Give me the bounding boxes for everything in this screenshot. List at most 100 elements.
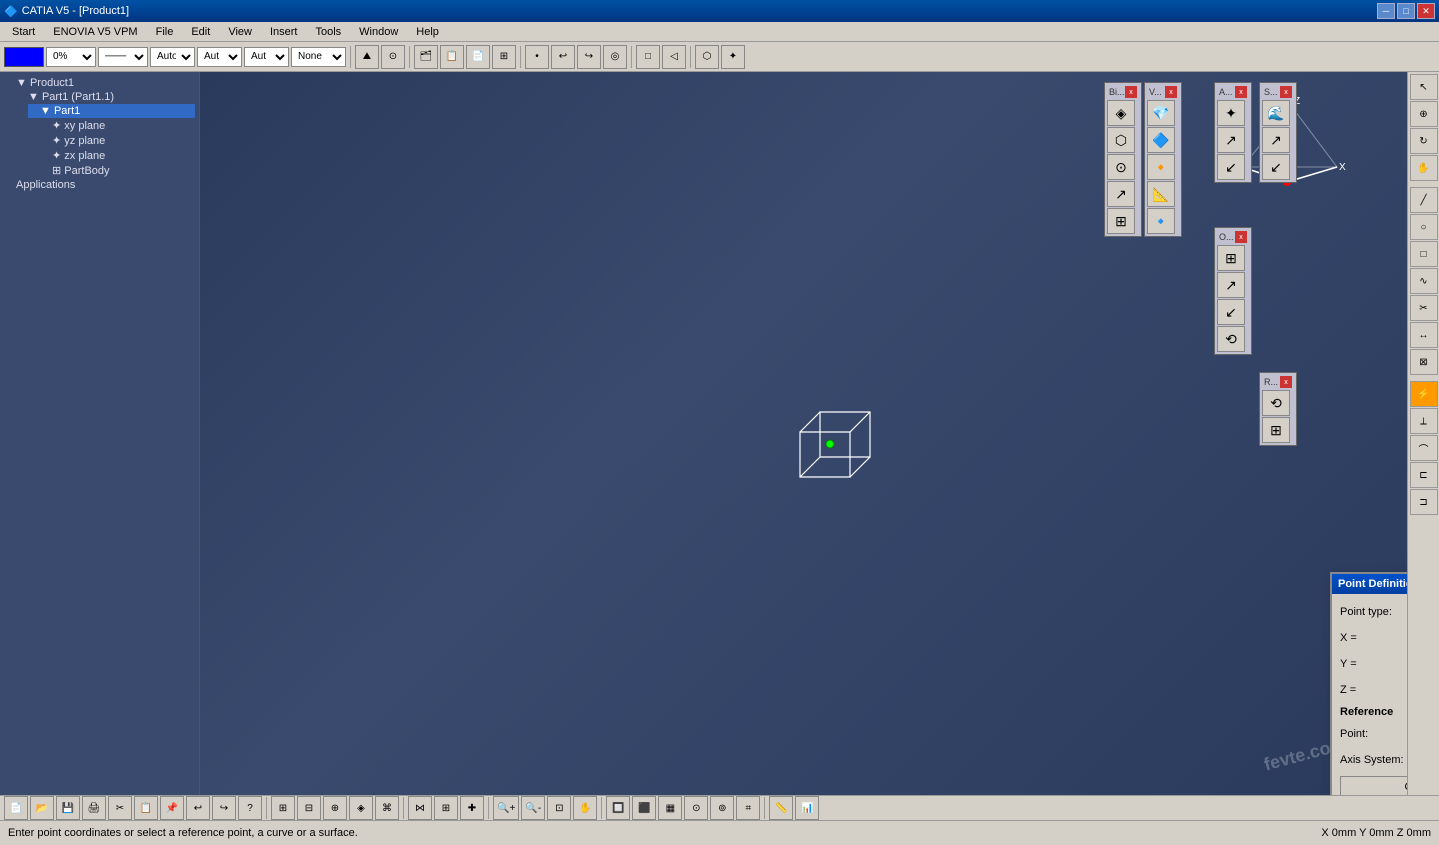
btb-view4[interactable]: ⊙ [684,796,708,820]
btb-save[interactable]: 💾 [56,796,80,820]
menu-file[interactable]: File [148,24,182,40]
panel-v-btn5[interactable]: 🔹 [1147,208,1175,234]
tree-item-product1[interactable]: ▼ Product1 [4,76,195,90]
window-minimize-btn[interactable]: ─ [1377,3,1395,19]
btb-measure[interactable]: 📏 [769,796,793,820]
tb-btn-3[interactable]: 📄 [466,45,490,69]
panel-s-close[interactable]: x [1280,86,1292,98]
panel-v-btn2[interactable]: 🔷 [1147,127,1175,153]
panel-v-btn3[interactable]: 🔸 [1147,154,1175,180]
panel-v-btn4[interactable]: 📐 [1147,181,1175,207]
btb-b2[interactable]: ⊟ [297,796,321,820]
btb-paste[interactable]: 📌 [160,796,184,820]
tb-btn-rot1[interactable]: ↩ [551,45,575,69]
panel-v-close[interactable]: x [1165,86,1177,98]
auto2-select[interactable]: Aut ▼ [197,47,242,67]
btb-help[interactable]: ? [238,796,262,820]
btb-analyze[interactable]: 📊 [795,796,819,820]
rt-line-btn[interactable]: ╱ [1410,187,1438,213]
panel-o-btn4[interactable]: ⟲ [1217,326,1245,352]
btb-view3[interactable]: ▦ [658,796,682,820]
btb-pan[interactable]: ✋ [573,796,597,820]
panel-bi-btn3[interactable]: ⊙ [1107,154,1135,180]
tb-btn-4[interactable]: ⊞ [492,45,516,69]
panel-v-btn1[interactable]: 💎 [1147,100,1175,126]
btb-copy[interactable]: 📋 [134,796,158,820]
viewport[interactable]: Z X Y [200,72,1407,795]
rt-dim-btn[interactable]: ↔ [1410,322,1438,348]
tree-item-yz[interactable]: ✦ yz plane [40,133,195,148]
tree-item-xy[interactable]: ✦ xy plane [40,118,195,133]
rt-extra2[interactable]: ⌒ [1410,435,1438,461]
rt-rect-btn[interactable]: □ [1410,241,1438,267]
panel-bi-btn4[interactable]: ↗ [1107,181,1135,207]
tb-btn-8[interactable]: ◁ [662,45,686,69]
tree-item-partbody[interactable]: ⊞ PartBody [40,163,195,178]
panel-o-btn2[interactable]: ↗ [1217,272,1245,298]
menu-enovia[interactable]: ENOVIA V5 VPM [45,24,145,40]
menu-help[interactable]: Help [408,24,447,40]
btb-b1[interactable]: ⊞ [271,796,295,820]
panel-s-btn2[interactable]: ↗ [1262,127,1290,153]
btb-b3[interactable]: ⊕ [323,796,347,820]
panel-bi-btn5[interactable]: ⊞ [1107,208,1135,234]
panel-s-btn3[interactable]: ↙ [1262,154,1290,180]
btb-print[interactable]: 🖨 [82,796,106,820]
panel-bi-btn2[interactable]: ⬡ [1107,127,1135,153]
panel-r-btn1[interactable]: ⟲ [1262,390,1290,416]
btb-open[interactable]: 📂 [30,796,54,820]
panel-r-btn2[interactable]: ⊞ [1262,417,1290,443]
panel-o-btn1[interactable]: ⊞ [1217,245,1245,271]
panel-a-btn3[interactable]: ↙ [1217,154,1245,180]
tb-btn-rot2[interactable]: ↪ [577,45,601,69]
panel-a-close[interactable]: x [1235,86,1247,98]
tb-btn-5[interactable]: • [525,45,549,69]
panel-r-close[interactable]: x [1280,376,1292,388]
btb-b4[interactable]: ◈ [349,796,373,820]
panel-bi-btn1[interactable]: ◈ [1107,100,1135,126]
menu-view[interactable]: View [220,24,260,40]
btb-new[interactable]: 📄 [4,796,28,820]
rt-extra3[interactable]: ⊏ [1410,462,1438,488]
tb-btn-10[interactable]: ✦ [721,45,745,69]
btb-redo[interactable]: ↪ [212,796,236,820]
btb-cut[interactable]: ✂ [108,796,132,820]
tree-item-applications[interactable]: Applications [4,178,195,192]
panel-a-btn1[interactable]: ✦ [1217,100,1245,126]
btb-snap[interactable]: ⋈ [408,796,432,820]
rt-constraint-btn[interactable]: ⊠ [1410,349,1438,375]
none-select[interactable]: None ▼ [291,47,346,67]
tb-btn-2[interactable]: 📋 [440,45,464,69]
window-maximize-btn[interactable]: □ [1397,3,1415,19]
menu-start[interactable]: Start [4,24,43,40]
rt-rotate-btn[interactable]: ↻ [1410,128,1438,154]
tb-btn-6[interactable]: ◎ [603,45,627,69]
menu-edit[interactable]: Edit [183,24,218,40]
zoom-select[interactable]: 0%25%50%100% [46,47,96,67]
tb-btn-9[interactable]: ⬡ [695,45,719,69]
btb-view1[interactable]: 🔲 [606,796,630,820]
btb-view2[interactable]: ⬛ [632,796,656,820]
auto1-select[interactable]: Auto [150,47,195,67]
panel-o-close[interactable]: x [1235,231,1247,243]
tb-btn-1[interactable]: 🗂 [414,45,438,69]
tree-item-part11[interactable]: ▼ Part1 (Part1.1) [16,90,195,104]
rt-trim-btn[interactable]: ✂ [1410,295,1438,321]
tb-btn-wire[interactable]: ⊙ [381,45,405,69]
panel-o-btn3[interactable]: ↙ [1217,299,1245,325]
btb-grid[interactable]: ⊞ [434,796,458,820]
rt-orange-btn[interactable]: ⚡ [1410,381,1438,407]
rt-select-btn[interactable]: ↖ [1410,74,1438,100]
btb-view5[interactable]: ⊚ [710,796,734,820]
btb-view6[interactable]: ⌗ [736,796,760,820]
rt-spline-btn[interactable]: ∿ [1410,268,1438,294]
rt-pan-btn[interactable]: ✋ [1410,155,1438,181]
btb-b5[interactable]: ⌘ [375,796,399,820]
menu-insert[interactable]: Insert [262,24,306,40]
tree-item-part1[interactable]: ▼ Part1 [28,104,195,118]
menu-window[interactable]: Window [351,24,406,40]
auto3-select[interactable]: Aut ▼ [244,47,289,67]
tree-item-zx[interactable]: ✦ zx plane [40,148,195,163]
btb-zoom-out[interactable]: 🔍- [521,796,545,820]
btb-zoom-all[interactable]: ⊡ [547,796,571,820]
